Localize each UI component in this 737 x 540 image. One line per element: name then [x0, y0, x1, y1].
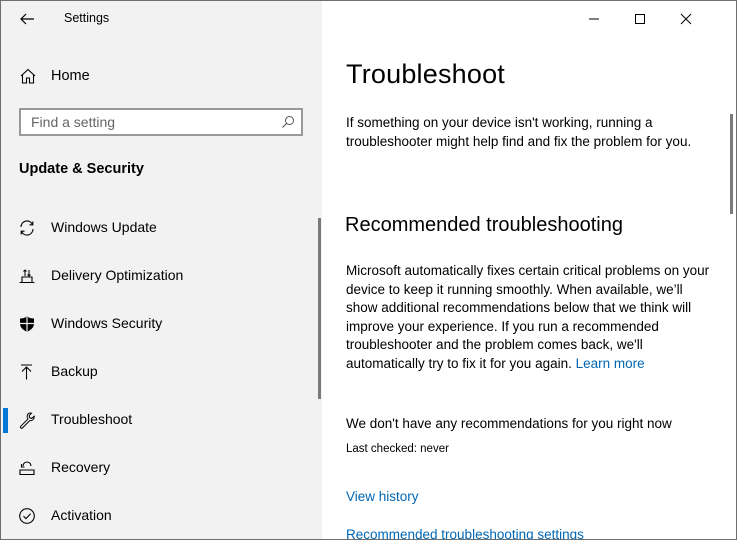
- content-scrollbar[interactable]: [730, 114, 733, 214]
- sidebar-item-label: Windows Security: [51, 315, 163, 331]
- intro-text: If something on your device isn't workin…: [346, 115, 692, 149]
- sidebar-item-activation[interactable]: Activation: [1, 492, 322, 539]
- recommended-settings-link[interactable]: Recommended troubleshooting settings: [346, 527, 584, 539]
- sidebar-item-label: Backup: [51, 363, 98, 379]
- content-pane: Troubleshoot If something on your device…: [322, 1, 736, 539]
- check-circle-icon: [19, 508, 35, 524]
- recommended-heading: Recommended troubleshooting: [345, 214, 623, 236]
- sidebar-item-backup[interactable]: Backup: [1, 348, 322, 396]
- selected-indicator: [3, 408, 8, 433]
- search-box[interactable]: [19, 108, 303, 136]
- recovery-icon: [19, 461, 35, 476]
- maximize-button[interactable]: [617, 1, 663, 37]
- home-icon: [20, 68, 36, 84]
- sidebar-item-recovery[interactable]: Recovery: [1, 444, 322, 492]
- search-input[interactable]: [21, 110, 281, 134]
- backup-arrow-icon: [21, 364, 32, 380]
- recommended-description: Microsoft automatically fixes certain cr…: [346, 262, 716, 373]
- sidebar-item-label: Recovery: [51, 459, 111, 475]
- sidebar-scrollbar[interactable]: [318, 218, 321, 399]
- sidebar-item-windows-security[interactable]: Windows Security: [1, 300, 322, 348]
- recommended-body: Microsoft automatically fixes certain cr…: [346, 263, 710, 371]
- sidebar-item-troubleshoot[interactable]: Troubleshoot: [1, 396, 322, 444]
- shield-icon: [20, 316, 34, 332]
- wrench-icon: [19, 412, 35, 429]
- view-history-link[interactable]: View history: [346, 489, 419, 504]
- refresh-icon: [20, 220, 34, 236]
- sidebar-item-label: Troubleshoot: [51, 411, 133, 427]
- close-button[interactable]: [663, 1, 709, 37]
- back-button[interactable]: [11, 5, 43, 33]
- page-title: Troubleshoot: [346, 59, 505, 89]
- minimize-icon: [589, 18, 599, 20]
- section-title: Update & Security: [19, 161, 144, 177]
- settings-window: Settings Home Update & Security Windows …: [0, 0, 737, 540]
- last-checked: Last checked: never: [346, 443, 449, 455]
- learn-more-link[interactable]: Learn more: [576, 356, 645, 371]
- sidebar-item-windows-update[interactable]: Windows Update: [1, 204, 322, 252]
- sidebar-item-label: Activation: [51, 507, 112, 523]
- close-icon: [680, 13, 692, 25]
- home-label: Home: [51, 68, 90, 84]
- sidebar-item-delivery-optimization[interactable]: Delivery Optimization: [1, 252, 322, 300]
- sidebar-item-label: Delivery Optimization: [51, 267, 184, 283]
- minimize-button[interactable]: [571, 1, 617, 37]
- sidebar-item-label: Windows Update: [51, 219, 157, 235]
- search-icon[interactable]: [281, 115, 295, 129]
- back-arrow-icon: [20, 13, 34, 25]
- delivery-optimization-icon: [19, 269, 35, 284]
- maximize-icon: [635, 14, 645, 24]
- app-title: Settings: [64, 11, 110, 25]
- sidebar: Settings Home Update & Security Windows …: [1, 1, 322, 539]
- recommendation-status: We don't have any recommendations for yo…: [346, 416, 672, 431]
- sidebar-home[interactable]: Home: [1, 57, 322, 95]
